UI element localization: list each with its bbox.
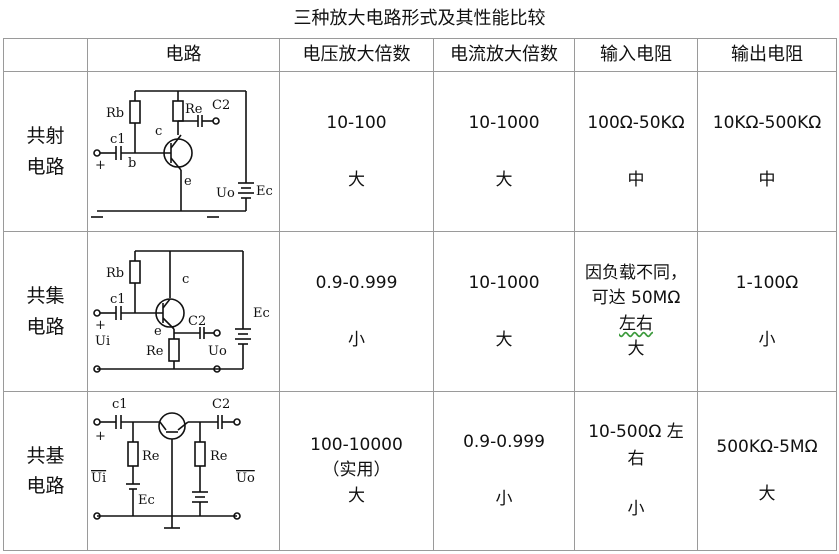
current-gain-value: 0.9-0.999	[463, 432, 545, 453]
label-c2: C2	[188, 314, 206, 329]
voltage-gain-cell: 10-100 大	[279, 71, 434, 232]
input-resistance-cell: 10-500Ω 左 右 小	[574, 391, 698, 551]
label-re: Re	[146, 344, 164, 359]
voltage-gain-note: （实用）	[322, 460, 391, 481]
row-label-common-collector: 共集电路	[3, 231, 88, 392]
row-label-common-base: 共基电路	[3, 391, 88, 551]
input-resistance-level: 小	[627, 498, 645, 519]
voltage-gain-value: 100-10000	[310, 434, 403, 455]
input-resistance-note-3: 左右	[619, 313, 653, 334]
output-resistance-cell: 10KΩ-500KΩ 中	[697, 71, 837, 232]
current-gain-cell: 10-1000 大	[433, 71, 575, 232]
header-row: 电路 电压放大倍数 电流放大倍数 输入电阻 输出电阻	[3, 38, 837, 72]
label-c: c	[155, 124, 162, 139]
output-resistance-value: 10KΩ-500KΩ	[712, 112, 822, 133]
label-b: b	[128, 156, 136, 171]
header-output-resistance: 输出电阻	[697, 38, 837, 72]
header-circuit: 电路	[87, 38, 280, 72]
current-gain-level: 小	[495, 489, 513, 509]
header-input-resistance: 输入电阻	[574, 38, 698, 72]
label-c1: c1	[112, 397, 128, 412]
voltage-gain-cell: 100-10000 （实用） 大	[279, 391, 434, 551]
label-uo: Uo	[216, 186, 235, 201]
comparison-table: 电路 电压放大倍数 电流放大倍数 输入电阻 输出电阻 共射电路 Rb Re C2…	[3, 38, 837, 551]
circuit-common-base: c1 C2 Re Re Ec Ui Uo +	[87, 391, 280, 551]
current-gain-level: 大	[495, 169, 513, 190]
row-name: 共集电路	[26, 285, 65, 338]
input-resistance-cell: 100Ω-50KΩ 中	[574, 71, 698, 232]
input-resistance-value-1: 10-500Ω 左	[588, 422, 684, 443]
label-ec: Ec	[138, 493, 155, 508]
label-plus: +	[95, 318, 106, 333]
label-c1: c1	[110, 292, 126, 307]
voltage-gain-cell: 0.9-0.999 小	[279, 231, 434, 392]
header-current-gain: 电流放大倍数	[433, 38, 575, 72]
label-e: e	[184, 174, 192, 189]
input-resistance-note-1: 因负载不同，	[585, 262, 687, 283]
current-gain-cell: 0.9-0.999 小	[433, 391, 575, 551]
label-c2: C2	[212, 98, 230, 113]
table-row-common-base: 共基电路 c1 C2 Re Re Ec Ui Uo + 100-10000 （实…	[3, 391, 837, 551]
current-gain-level: 大	[495, 329, 513, 350]
voltage-gain-level: 大	[348, 169, 365, 190]
label-uo: Uo	[208, 344, 227, 359]
row-name: 共基电路	[26, 444, 65, 497]
input-resistance-value-2: 右	[627, 449, 645, 470]
input-resistance-value: 100Ω-50KΩ	[587, 112, 685, 133]
label-e: e	[154, 324, 162, 339]
label-rb: Rb	[106, 106, 124, 121]
output-resistance-value: 500KΩ-5MΩ	[716, 437, 818, 458]
voltage-gain-value: 0.9-0.999	[315, 272, 398, 293]
common-base-schematic: c1 C2 Re Re Ec Ui Uo +	[91, 397, 255, 529]
output-resistance-cell: 500KΩ-5MΩ 大	[697, 391, 837, 551]
label-rb: Rb	[106, 266, 124, 281]
common-emitter-schematic: Rb Re C2 c1 c b e Ec Uo +	[91, 89, 273, 218]
label-uo: Uo	[236, 471, 255, 486]
output-resistance-value: 1-100Ω	[735, 272, 799, 293]
output-resistance-level: 中	[758, 169, 776, 190]
current-gain-cell: 10-1000 大	[433, 231, 575, 392]
row-name: 共射电路	[26, 125, 65, 178]
output-resistance-level: 小	[758, 329, 776, 350]
label-ec: Ec	[256, 184, 273, 199]
table-row-common-collector: 共集电路 Rb c c1 e Re C2 Ec Ui Uo + 0.9-0.99…	[3, 231, 837, 392]
label-c2: C2	[212, 397, 230, 412]
header-voltage-gain: 电压放大倍数	[279, 38, 434, 72]
input-resistance-level: 中	[627, 169, 645, 190]
label-re: Re	[185, 102, 203, 117]
input-resistance-cell: 因负载不同， 可达 50MΩ 左右 大	[574, 231, 698, 392]
label-ui: Ui	[95, 334, 110, 349]
label-plus: +	[95, 429, 106, 444]
label-re-input: Re	[142, 449, 160, 464]
current-gain-value: 10-1000	[468, 112, 540, 133]
current-gain-value: 10-1000	[468, 272, 540, 293]
label-c: c	[182, 272, 189, 287]
comparison-page: 三种放大电路形式及其性能比较 电路 电压放大倍数 电流放大倍数 输入电阻 输出电…	[0, 0, 839, 554]
label-ui: Ui	[91, 471, 106, 486]
input-resistance-note-2: 可达 50MΩ	[591, 288, 681, 308]
voltage-gain-value: 10-100	[326, 112, 387, 133]
voltage-gain-level: 大	[348, 485, 365, 506]
circuit-common-collector: Rb c c1 e Re C2 Ec Ui Uo +	[87, 231, 280, 392]
label-plus: +	[95, 158, 106, 173]
circuit-common-emitter: Rb Re C2 c1 c b e Ec Uo +	[87, 71, 280, 232]
voltage-gain-level: 小	[348, 329, 365, 350]
table-row-common-emitter: 共射电路 Rb Re C2 c1 c b e Ec Uo + 10-100 大 …	[3, 71, 837, 232]
input-resistance-level: 大	[627, 339, 645, 359]
label-re-output: Re	[210, 449, 228, 464]
label-ec: Ec	[253, 306, 270, 321]
common-collector-schematic: Rb c c1 e Re C2 Ec Ui Uo +	[93, 249, 270, 373]
output-resistance-cell: 1-100Ω 小	[697, 231, 837, 392]
output-resistance-level: 大	[758, 484, 776, 504]
label-c1: c1	[110, 132, 126, 147]
row-label-common-emitter: 共射电路	[3, 71, 88, 232]
page-title: 三种放大电路形式及其性能比较	[293, 8, 546, 29]
header-corner	[3, 38, 88, 72]
